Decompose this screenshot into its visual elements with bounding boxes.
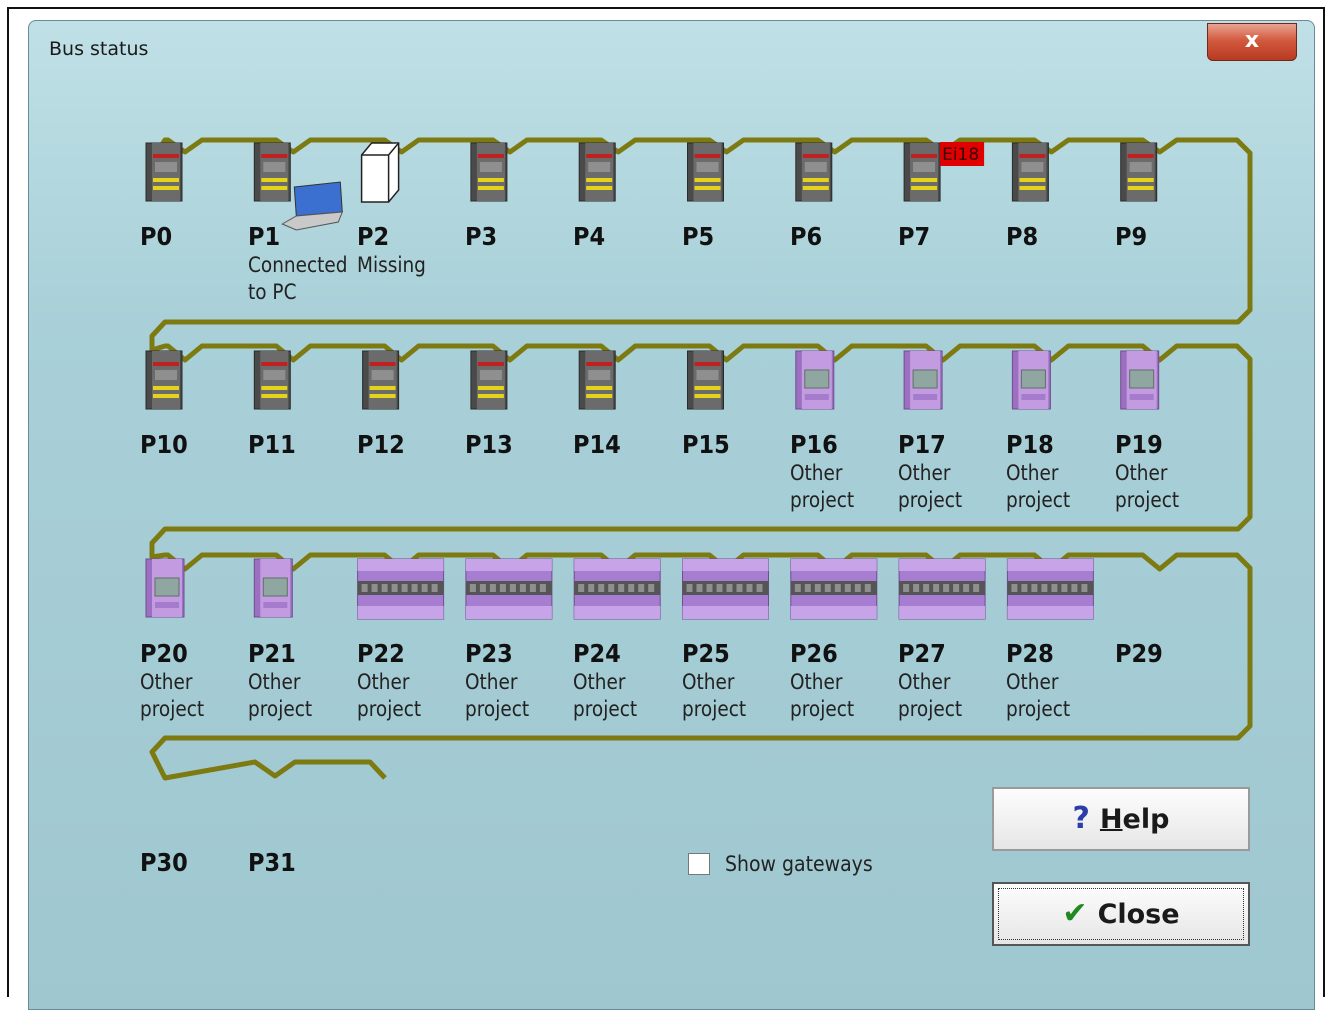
show-gateways-checkbox[interactable] [688, 853, 710, 875]
node-status: Other project [681, 670, 746, 721]
module-icons: Ei18 [145, 142, 1160, 620]
safety-module-icon [795, 142, 833, 202]
node-label: P6 [789, 222, 822, 251]
node-status: Other project [464, 670, 530, 721]
node-status: Other project [898, 461, 963, 512]
module-purple-wide-icon [573, 558, 661, 620]
safety-module-icon [687, 142, 724, 202]
safety-module-icon [687, 350, 724, 410]
node-label: P9 [1114, 222, 1147, 251]
node-label: P27 [898, 639, 946, 668]
node-label: P13 [464, 430, 513, 459]
node-status: Missing [356, 253, 426, 277]
missing-module-icon [360, 142, 400, 203]
node-status: Other project [140, 670, 205, 721]
node-label: P1 [248, 222, 281, 251]
node-label: P16 [789, 430, 838, 459]
node-label: P18 [1006, 430, 1055, 459]
module-purple-icon [903, 350, 943, 410]
node-label: P20 [140, 639, 188, 668]
node-label: P24 [573, 639, 621, 668]
module-purple-wide-icon [1006, 558, 1094, 620]
node-label: P14 [573, 430, 621, 459]
safety-module-icon [145, 142, 183, 202]
safety-module-icon [253, 142, 291, 202]
show-gateways-label: Show gateways [725, 852, 873, 876]
node-status: Other project [789, 461, 854, 512]
node-status: Other project [1114, 461, 1179, 512]
node-status: Other project [789, 670, 854, 721]
node-label: P22 [356, 639, 405, 668]
module-purple-icon [1011, 350, 1051, 410]
help-rest: elp [1122, 804, 1170, 835]
node-label: P29 [1114, 639, 1163, 668]
node-label: P15 [681, 430, 730, 459]
safety-module-icon [578, 350, 616, 410]
module-purple-wide-icon [465, 558, 553, 620]
node-label: P25 [681, 639, 730, 668]
module-purple-icon [253, 558, 293, 618]
node-status: Other project [1006, 461, 1071, 512]
node-label: P5 [681, 222, 714, 251]
safety-module-icon [1011, 142, 1049, 202]
node-status: Other project [898, 670, 963, 721]
node-label: P11 [248, 430, 297, 459]
node-status: Other project [1006, 670, 1071, 721]
safety-module-icon [362, 350, 400, 410]
module-purple-icon [145, 558, 185, 618]
safety-module-icon [578, 142, 616, 202]
safety-module-icon [1120, 142, 1158, 202]
module-purple-wide-icon [790, 558, 878, 620]
safety-module-icon [145, 350, 183, 410]
module-purple-wide-icon [357, 558, 445, 620]
help-first-letter: H [1099, 804, 1123, 835]
node-label: P26 [789, 639, 838, 668]
safety-module-icon [470, 142, 508, 202]
node-label: P0 [140, 222, 173, 251]
error-badge-text: Ei18 [942, 145, 979, 165]
question-icon: ? [1072, 801, 1090, 836]
module-purple-wide-icon [898, 558, 986, 620]
node-label: P2 [356, 222, 389, 251]
safety-module-icon [470, 350, 508, 410]
node-label: P10 [140, 430, 188, 459]
node-status: Other project [573, 670, 638, 721]
node-label: P23 [464, 639, 513, 668]
node-label: P8 [1006, 222, 1039, 251]
module-purple-icon [795, 350, 835, 410]
node-label: P3 [464, 222, 498, 251]
node-label: P12 [356, 430, 405, 459]
node-label: P7 [898, 222, 931, 251]
error-badge: Ei18 [940, 142, 985, 166]
node-label: P28 [1006, 639, 1055, 668]
safety-module-icon [253, 350, 291, 410]
module-purple-wide-icon [682, 558, 769, 620]
module-purple-icon [1120, 350, 1160, 410]
laptop-icon [281, 181, 344, 231]
node-status: Other project [356, 670, 421, 721]
node-status: Other project [248, 670, 313, 721]
node-label: P21 [248, 639, 297, 668]
node-label: P17 [898, 430, 946, 459]
help-button[interactable]: ? Help [992, 787, 1250, 851]
node-label: P31 [248, 848, 297, 877]
close-button[interactable]: ✔ Close [992, 882, 1250, 946]
node-label: P19 [1114, 430, 1163, 459]
node-label: P4 [573, 222, 606, 251]
safety-module-icon [903, 142, 941, 202]
node-label: P30 [140, 848, 188, 877]
node-status: Connected to PC [248, 253, 348, 304]
focus-rect [998, 888, 1244, 940]
